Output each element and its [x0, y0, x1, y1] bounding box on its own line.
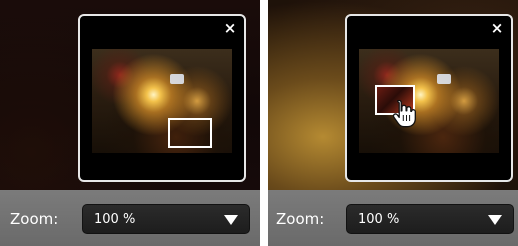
zoom-toolbar: Zoom: 100 % [0, 190, 260, 246]
dropdown-arrow-icon[interactable] [224, 215, 238, 225]
close-icon[interactable]: × [489, 20, 505, 36]
navigator-panel-left: × Zoom: 100 % [0, 0, 260, 246]
hand-cursor-icon [392, 99, 416, 128]
thumbnail-lamp [437, 74, 451, 84]
navigator-panel-right: × Zoom: 100 % [268, 0, 518, 246]
close-icon[interactable]: × [222, 20, 238, 36]
viewport-rectangle[interactable] [168, 118, 212, 148]
zoom-toolbar: Zoom: 100 % [268, 190, 518, 246]
thumbnail-lamp [170, 74, 184, 84]
zoom-label: Zoom: [10, 210, 59, 228]
navigator-popup: × [78, 14, 246, 182]
zoom-value: 100 % [94, 212, 136, 227]
navigator-thumbnail[interactable] [359, 49, 499, 153]
dropdown-arrow-icon[interactable] [488, 215, 502, 225]
zoom-dropdown[interactable]: 100 % [82, 204, 250, 234]
zoom-label: Zoom: [276, 210, 325, 228]
zoom-dropdown[interactable]: 100 % [346, 204, 514, 234]
zoom-value: 100 % [358, 212, 400, 227]
navigator-popup: × [345, 14, 513, 182]
navigator-thumbnail[interactable] [92, 49, 232, 153]
